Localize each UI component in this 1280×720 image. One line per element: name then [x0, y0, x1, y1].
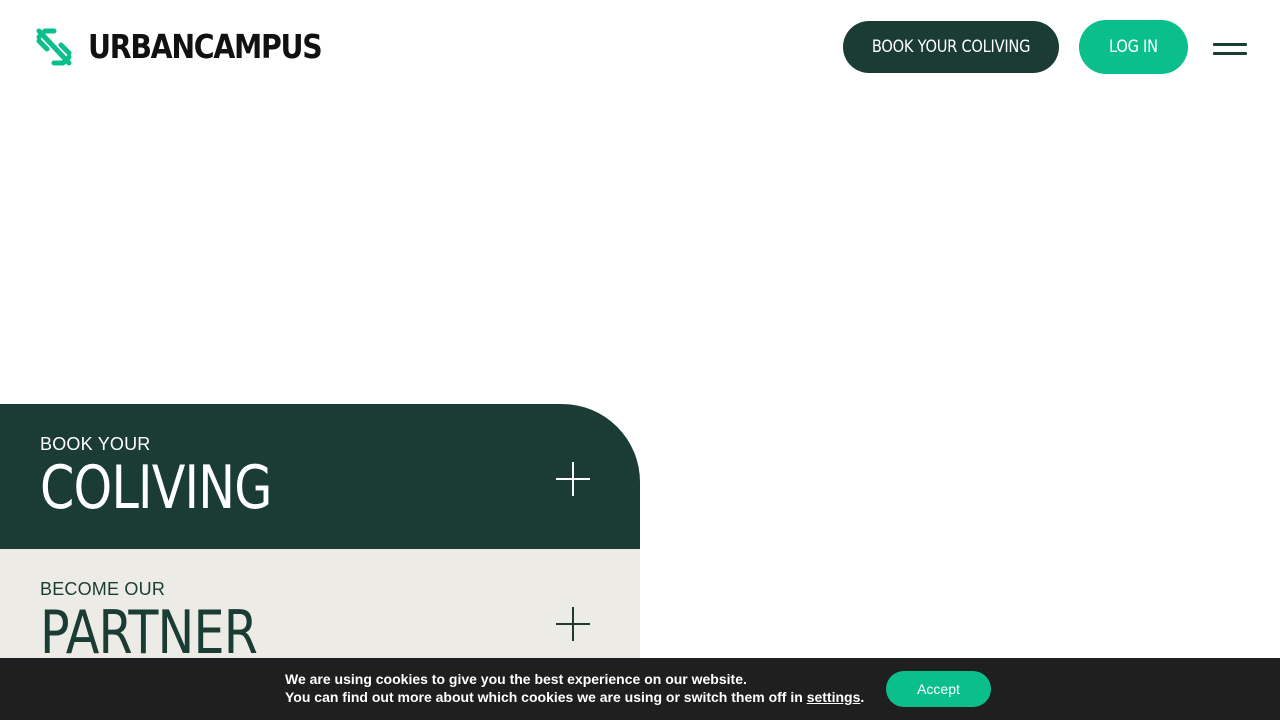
panel-title: PARTNER: [40, 598, 258, 668]
cookie-message-line2: You can find out more about which cookie…: [285, 688, 864, 706]
logo-link[interactable]: URBANCAMPUS: [34, 26, 359, 68]
menu-bar-bottom: [1213, 52, 1247, 55]
panel-subtitle: BOOK YOUR: [40, 434, 151, 454]
login-button[interactable]: LOG IN: [1079, 20, 1188, 74]
plus-icon[interactable]: [556, 607, 590, 641]
cookie-line2-prefix: You can find out more about which cookie…: [285, 689, 807, 705]
accordion-book-coliving[interactable]: BOOK YOUR COLIVING: [0, 404, 640, 549]
cookie-message: We are using cookies to give you the bes…: [285, 670, 864, 706]
logo-text: URBANCAMPUS: [88, 27, 323, 66]
page: URBANCAMPUS BOOK YOUR COLIVING LOG IN BO…: [0, 0, 1280, 720]
cookie-consent-bar: We are using cookies to give you the bes…: [0, 658, 1280, 720]
accept-cookies-button[interactable]: Accept: [886, 671, 991, 707]
book-button-label: BOOK YOUR COLIVING: [871, 37, 1031, 57]
percent-logo-icon: [36, 28, 72, 66]
site-header: URBANCAMPUS BOOK YOUR COLIVING LOG IN: [0, 0, 1280, 94]
book-your-coliving-button[interactable]: BOOK YOUR COLIVING: [843, 21, 1059, 73]
cookie-message-line1: We are using cookies to give you the bes…: [285, 671, 747, 687]
hamburger-menu-icon[interactable]: [1210, 38, 1250, 62]
cookie-line2-suffix: .: [860, 689, 865, 705]
cookie-settings-link[interactable]: settings: [807, 689, 861, 705]
panel-subtitle: BECOME OUR: [40, 579, 166, 599]
plus-icon[interactable]: [556, 462, 590, 496]
panel-title: COLIVING: [40, 453, 272, 523]
menu-bar-top: [1213, 43, 1247, 46]
login-button-label: LOG IN: [1109, 37, 1158, 57]
